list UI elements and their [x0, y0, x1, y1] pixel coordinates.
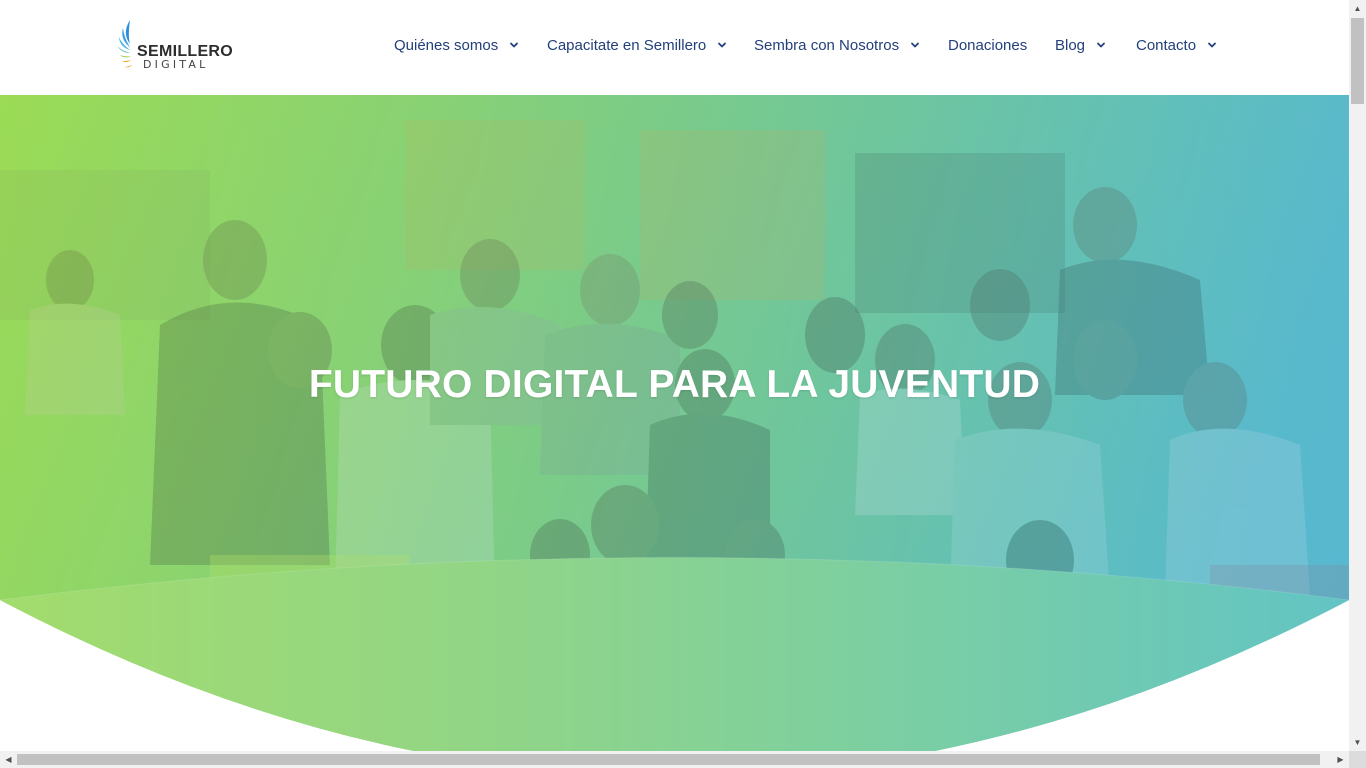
nav-item-donaciones[interactable]: Donaciones [948, 34, 1027, 56]
nav-label: Quiénes somos [394, 36, 499, 54]
nav-label: Blog [1055, 36, 1086, 54]
nav-item-contacto[interactable]: Contacto [1136, 34, 1217, 56]
nav-label: Contacto [1136, 36, 1197, 54]
nav-item-blog[interactable]: Blog [1055, 34, 1106, 56]
vertical-scroll-thumb[interactable] [1351, 18, 1364, 104]
logo-subtitle: DIGITAL [143, 58, 209, 71]
scrollbar-corner [1349, 751, 1366, 768]
hero-curve-divider [0, 557, 1349, 751]
scroll-left-icon[interactable]: ◀ [0, 751, 17, 768]
chevron-down-icon [1096, 40, 1106, 50]
chevron-down-icon [1207, 40, 1217, 50]
nav-label: Donaciones [948, 36, 1028, 54]
horizontal-scrollbar[interactable]: ◀ ▶ [0, 751, 1349, 768]
horizontal-scroll-thumb[interactable] [17, 754, 1320, 765]
scroll-down-icon[interactable]: ▼ [1349, 734, 1366, 751]
chevron-down-icon [509, 40, 519, 50]
nav-label: Sembra con Nosotros [754, 36, 900, 54]
nav-label: Capacitate en Semillero [547, 36, 707, 54]
chevron-down-icon [910, 40, 920, 50]
chevron-down-icon [717, 40, 727, 50]
main-nav: Quiénes somos Capacitate en Semillero Se… [0, 34, 1349, 56]
scroll-up-icon[interactable]: ▲ [1349, 0, 1366, 17]
nav-item-sembra[interactable]: Sembra con Nosotros [754, 34, 920, 56]
hero-banner: FUTURO DIGITAL PARA LA JUVENTUD [0, 95, 1349, 751]
nav-item-quienes-somos[interactable]: Quiénes somos [394, 34, 519, 56]
scroll-right-icon[interactable]: ▶ [1332, 751, 1349, 768]
site-header: SEMILLERO DIGITAL Quiénes somos Capacita… [0, 0, 1349, 95]
vertical-scrollbar[interactable]: ▲ ▼ [1349, 0, 1366, 751]
nav-item-capacitate[interactable]: Capacitate en Semillero [547, 34, 727, 56]
